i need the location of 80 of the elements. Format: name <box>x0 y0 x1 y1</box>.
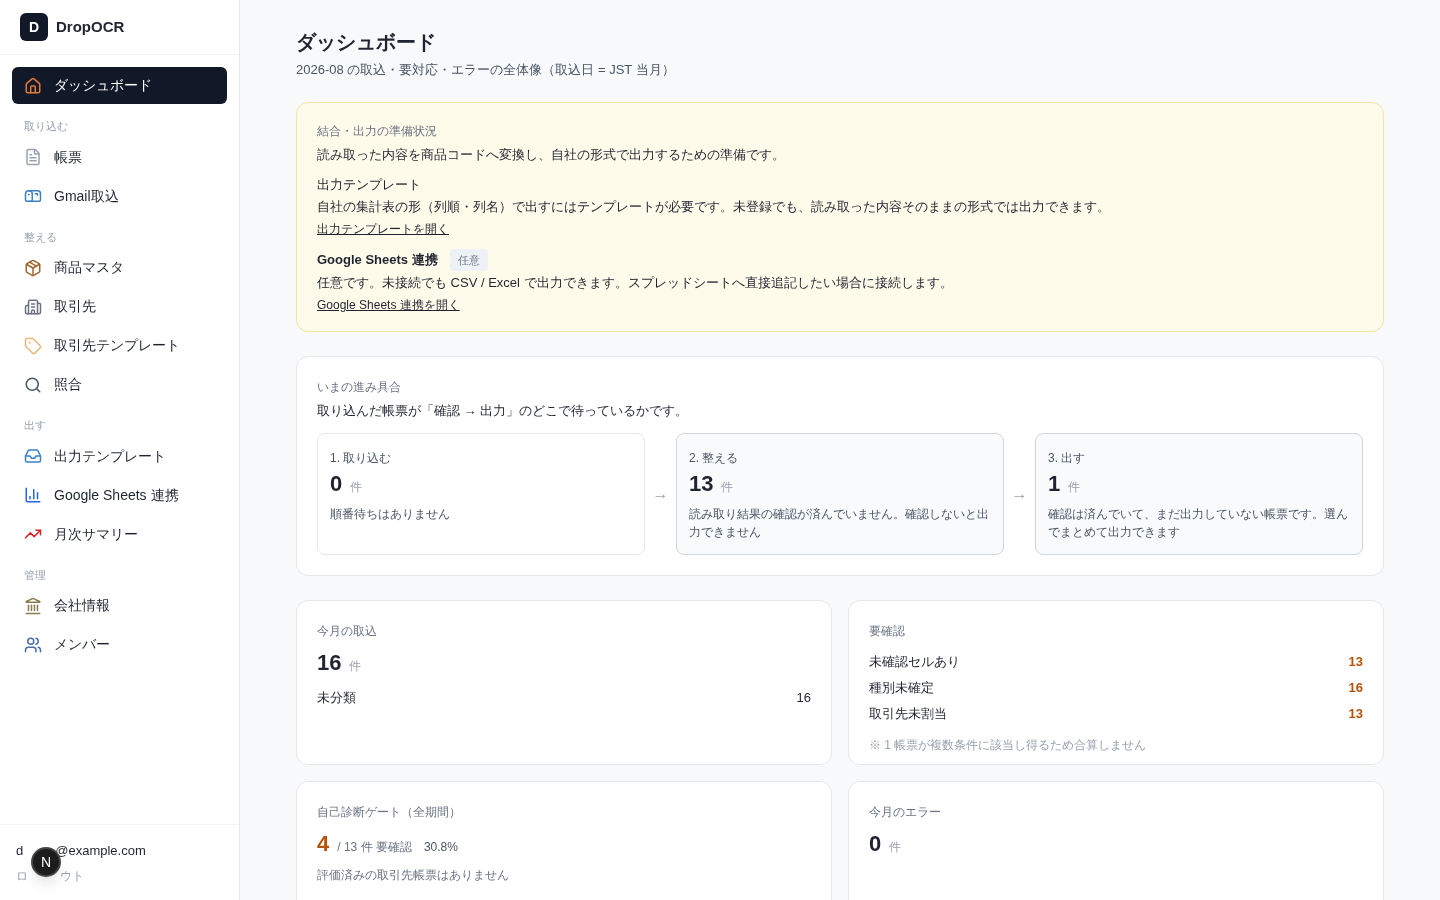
open-link[interactable]: 出力テンプレートを開く <box>317 219 449 239</box>
stage-description: 確認は済んでいて、まだ出力していない帳票です。選んでまとめて出力できます <box>1048 506 1349 541</box>
stage-card[interactable]: 3. 出す 1 件 確認は済んでいて、まだ出力していない帳票です。選んでまとめて出力できます <box>1035 433 1363 555</box>
logo-mark: D <box>20 13 48 41</box>
stage-description: 順番待ちはありません <box>330 506 451 523</box>
house-icon <box>24 76 42 95</box>
stage-title: 1. 取り込む <box>330 450 393 467</box>
nav-item[interactable]: メンバー <box>12 626 227 663</box>
brand-name: DropOCR <box>56 16 125 37</box>
search-icon <box>24 375 42 394</box>
item-description: 自社の集計表の形（列順・列名）で出すにはテンプレートが必要です。未登録でも、読み取った内容そのままの形式では出力できます。 <box>317 198 1111 216</box>
page-title: ダッシュボード <box>296 30 437 55</box>
nav-item[interactable]: 照合 <box>12 366 227 403</box>
row-label: 取引先未割当 <box>869 705 947 723</box>
nav-item[interactable]: 取引先 <box>12 288 227 325</box>
stage-card[interactable]: 1. 取り込む 0 件 順番待ちはありません <box>317 433 645 555</box>
step-arrow: → <box>651 484 670 504</box>
card-label: 今月の取込 <box>317 623 378 640</box>
step-arrow: → <box>1010 484 1029 504</box>
nav-section-label: 取り込む <box>23 119 69 134</box>
nav-item[interactable]: Gmail取込 <box>12 177 227 215</box>
nav-item[interactable]: 帳票 <box>12 138 227 176</box>
item-title: Google Sheets 連携 <box>317 251 438 269</box>
people-icon <box>24 635 42 654</box>
bank-icon <box>24 596 42 615</box>
nav-section-label: 管理 <box>23 567 47 583</box>
card-label: 結合・出力の準備状況 <box>317 123 438 140</box>
count-unit: 件 <box>889 839 902 856</box>
count-unit: 件 <box>1068 479 1081 496</box>
row-value: 16 <box>1348 679 1363 697</box>
optional-badge: 任意 <box>449 249 488 271</box>
nav-item[interactable]: 出力テンプレート <box>12 437 227 475</box>
nav-item[interactable]: 商品マスタ <box>12 249 227 286</box>
item-description: 任意です。未接続でも CSV / Excel で出力できます。スプレッドシートへ直接追記したい場合に接続します。 <box>317 274 954 292</box>
count-unit: 件 <box>721 479 734 496</box>
nav-section-label: 整える <box>23 229 58 245</box>
card-intro: 読み取った内容を商品コードへ変換し、自社の形式で出力するための準備です。 <box>317 146 786 164</box>
stage-card[interactable]: 2. 整える 13 件 読み取り結果の確認が済んでいません。確認しないと出力できません <box>676 433 1004 555</box>
row-label: 未分類 <box>317 689 356 707</box>
row-label: 未確認セルあり <box>869 653 960 671</box>
nav-item[interactable]: 月次サマリー <box>12 515 227 553</box>
card-label: 自己診断ゲート（全期間） <box>317 804 462 821</box>
row-value: 16 <box>796 689 811 707</box>
stage-count: 0 <box>330 472 343 496</box>
document-icon <box>24 148 42 166</box>
card-intro: 取り込んだ帳票が「確認 → 出力」のどこで待っているかです。 <box>317 402 690 420</box>
nav-item[interactable]: ダッシュボード <box>12 67 227 104</box>
stage-description: 読み取り結果の確認が済んでいません。確認しないと出力できません <box>689 506 990 541</box>
import-count: 16 <box>317 653 342 673</box>
row-value: 13 <box>1348 653 1363 671</box>
stage-count: 13 <box>689 472 714 496</box>
card-label: いまの進み具合 <box>317 379 402 396</box>
nav-item[interactable]: 会社情報 <box>12 587 227 624</box>
nav-item[interactable]: 取引先テンプレート <box>12 327 227 364</box>
error-count: 0 <box>869 834 882 854</box>
item-title: 出力テンプレート <box>317 176 421 194</box>
diagnosis-rate: 30.8% <box>423 839 458 856</box>
nav-section-label: 出す <box>23 418 47 433</box>
tag-icon <box>24 336 42 355</box>
row-label: 種別未確定 <box>869 679 934 697</box>
stage-title: 2. 整える <box>689 450 740 467</box>
card-label: 要確認 <box>869 623 906 640</box>
diagnosis-count: 4 <box>317 834 330 854</box>
review-note: ※ 1 帳票が複数条件に該当し得るため合算しません <box>869 737 1148 754</box>
stage-title: 3. 出す <box>1048 450 1087 467</box>
building-icon <box>24 297 42 316</box>
row-value: 13 <box>1348 705 1363 723</box>
diagnosis-total: / 13 件 要確認 <box>337 839 412 856</box>
account-email-start: d <box>16 842 24 860</box>
page-subtitle: 2026-08 の取込・要対応・エラーの全体像（取込日 = JST 当月） <box>296 61 676 79</box>
count-unit: 件 <box>350 479 363 496</box>
open-link[interactable]: Google Sheets 連携を開く <box>317 295 460 315</box>
count-unit: 件 <box>349 658 362 675</box>
package-icon <box>24 258 42 277</box>
diagnosis-note: 評価済みの取引先帳票はありません <box>317 867 510 884</box>
tray-icon <box>24 447 42 465</box>
bar-chart-icon <box>24 486 42 504</box>
stage-count: 1 <box>1048 472 1061 496</box>
card-label: 今月のエラー <box>869 804 942 821</box>
nav-item[interactable]: Google Sheets 連携 <box>12 476 227 514</box>
